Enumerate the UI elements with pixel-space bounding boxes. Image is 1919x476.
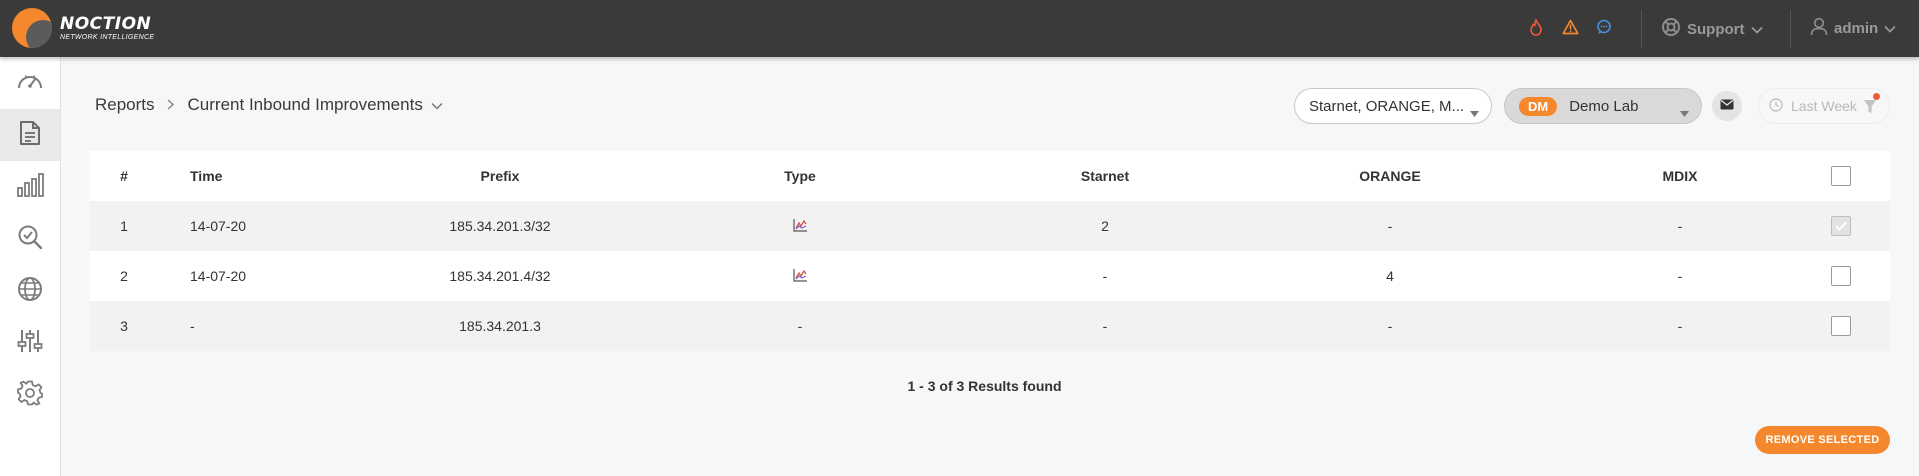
email-report-button[interactable] bbox=[1712, 91, 1742, 121]
sidebar-item-configuration[interactable] bbox=[0, 317, 60, 369]
logo-tagline: NETWORK INTELLIGENCE bbox=[60, 33, 155, 41]
user-label: admin bbox=[1834, 20, 1879, 37]
user-menu[interactable]: admin bbox=[1810, 17, 1896, 40]
chat-icon[interactable] bbox=[1594, 17, 1614, 37]
row-mdix: - bbox=[1677, 268, 1683, 284]
column-header-orange[interactable]: ORANGE bbox=[1265, 151, 1515, 201]
row-checkbox[interactable] bbox=[1831, 266, 1851, 286]
filter-notification-dot bbox=[1873, 93, 1880, 100]
support-menu[interactable]: Support bbox=[1661, 17, 1763, 41]
speedometer-icon bbox=[16, 70, 44, 97]
header-divider bbox=[1641, 10, 1642, 48]
row-number: 3 bbox=[120, 318, 128, 334]
row-time: - bbox=[190, 318, 195, 334]
column-header-mdix[interactable]: MDIX bbox=[1555, 151, 1805, 201]
sidebar-item-graphs[interactable] bbox=[0, 161, 60, 213]
column-header-number[interactable]: # bbox=[90, 151, 158, 201]
column-header-prefix[interactable]: Prefix bbox=[360, 151, 640, 201]
report-selector[interactable]: Current Inbound Improvements bbox=[188, 95, 443, 115]
sliders-icon bbox=[17, 328, 43, 359]
document-icon bbox=[19, 120, 41, 151]
row-type bbox=[690, 251, 910, 301]
period-filter[interactable]: Last Week bbox=[1758, 88, 1890, 124]
select-all-cell bbox=[1806, 151, 1876, 201]
row-prefix: 185.34.201.3/32 bbox=[449, 218, 551, 234]
flame-icon[interactable] bbox=[1526, 17, 1546, 37]
row-time: 14-07-20 bbox=[190, 218, 247, 234]
caret-down-icon bbox=[1680, 104, 1689, 121]
table-header-row: # Time Prefix Type Starnet ORANGE MDIX bbox=[90, 151, 1890, 201]
support-icon bbox=[1661, 17, 1681, 41]
lab-badge: DM bbox=[1519, 96, 1558, 116]
sidebar-item-settings[interactable] bbox=[0, 369, 60, 421]
row-type: - bbox=[797, 318, 803, 334]
row-number: 1 bbox=[120, 218, 128, 234]
table-row: 1 14-07-20 185.34.201.3/32 2 - - bbox=[90, 201, 1890, 251]
row-starnet: - bbox=[1102, 268, 1108, 284]
logo-mark bbox=[12, 8, 52, 48]
row-starnet: 2 bbox=[1101, 218, 1109, 234]
clock-icon bbox=[1769, 97, 1783, 115]
logo-name: NOCTION bbox=[60, 13, 152, 34]
sidebar bbox=[0, 57, 61, 476]
row-checkbox[interactable] bbox=[1831, 216, 1851, 236]
row-mdix: - bbox=[1677, 318, 1683, 334]
providers-filter-value: Starnet, ORANGE, M... bbox=[1309, 97, 1465, 115]
chevron-down-icon bbox=[431, 95, 443, 115]
period-label: Last Week bbox=[1791, 98, 1857, 114]
row-orange: 4 bbox=[1386, 268, 1394, 284]
column-header-starnet[interactable]: Starnet bbox=[980, 151, 1230, 201]
row-time: 14-07-20 bbox=[190, 268, 247, 284]
sidebar-item-network[interactable] bbox=[0, 265, 60, 317]
caret-down-icon bbox=[1470, 104, 1479, 121]
top-navigation-bar: NOCTION NETWORK INTELLIGENCE Support adm… bbox=[0, 0, 1919, 57]
results-count: 1 - 3 of 3 Results found bbox=[907, 378, 1062, 394]
line-chart-icon[interactable] bbox=[792, 218, 808, 235]
providers-filter-select[interactable]: Starnet, ORANGE, M... bbox=[1294, 88, 1492, 124]
chevron-down-icon bbox=[1750, 21, 1763, 38]
chevron-right-icon bbox=[167, 97, 174, 113]
row-starnet: - bbox=[1102, 318, 1108, 334]
alert-icons bbox=[1526, 17, 1614, 37]
row-mdix: - bbox=[1677, 218, 1683, 234]
improvements-table: # Time Prefix Type Starnet ORANGE MDIX 1… bbox=[90, 151, 1890, 351]
breadcrumb-reports-link[interactable]: Reports bbox=[95, 95, 155, 115]
table-row: 3 - 185.34.201.3 - - - - bbox=[90, 301, 1890, 351]
column-header-time[interactable]: Time bbox=[190, 151, 222, 201]
line-chart-icon[interactable] bbox=[792, 268, 808, 285]
row-prefix: 185.34.201.4/32 bbox=[449, 268, 551, 284]
header-divider bbox=[1790, 10, 1791, 48]
breadcrumb: Reports Current Inbound Improvements bbox=[95, 95, 443, 115]
table-row: 2 14-07-20 185.34.201.4/32 - 4 - bbox=[90, 251, 1890, 301]
remove-selected-button[interactable]: REMOVE SELECTED bbox=[1755, 426, 1890, 454]
sidebar-item-reports[interactable] bbox=[0, 109, 60, 161]
sidebar-item-dashboard[interactable] bbox=[0, 57, 60, 109]
row-select-cell bbox=[1806, 201, 1876, 251]
lab-select[interactable]: DM Demo Lab bbox=[1504, 88, 1702, 124]
row-orange: - bbox=[1387, 218, 1393, 234]
row-type bbox=[690, 201, 910, 251]
sidebar-item-analysis[interactable] bbox=[0, 213, 60, 265]
funnel-icon[interactable] bbox=[1863, 99, 1877, 118]
row-select-cell bbox=[1806, 251, 1876, 301]
support-label: Support bbox=[1687, 20, 1745, 38]
row-orange: - bbox=[1387, 318, 1393, 334]
chevron-down-icon bbox=[1884, 20, 1896, 37]
warning-icon[interactable] bbox=[1560, 17, 1580, 37]
row-prefix: 185.34.201.3 bbox=[459, 318, 541, 334]
globe-icon bbox=[17, 276, 43, 307]
search-check-icon bbox=[17, 224, 43, 255]
lab-name: Demo Lab bbox=[1569, 97, 1639, 115]
row-select-cell bbox=[1806, 301, 1876, 351]
report-selector-label: Current Inbound Improvements bbox=[187, 95, 423, 114]
logo[interactable]: NOCTION NETWORK INTELLIGENCE bbox=[12, 8, 154, 48]
bar-chart-icon bbox=[16, 172, 44, 203]
user-icon bbox=[1810, 17, 1828, 40]
select-all-checkbox[interactable] bbox=[1831, 166, 1851, 186]
row-checkbox[interactable] bbox=[1831, 316, 1851, 336]
envelope-icon bbox=[1720, 97, 1734, 115]
column-header-type[interactable]: Type bbox=[690, 151, 910, 201]
row-number: 2 bbox=[120, 268, 128, 284]
